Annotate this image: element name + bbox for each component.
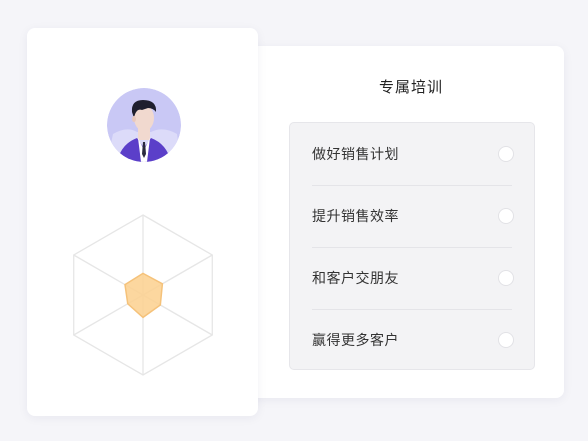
list-item[interactable]: 和客户交朋友: [312, 247, 514, 310]
radio-button[interactable]: [498, 332, 514, 348]
profile-card: [27, 28, 258, 416]
list-item[interactable]: 赢得更多客户: [312, 309, 514, 371]
training-title: 专属培训: [378, 78, 443, 96]
training-list: 做好销售计划 提升销售效率 和客户交朋友 赢得更多客户: [289, 122, 535, 370]
list-item[interactable]: 做好销售计划: [312, 123, 514, 186]
user-avatar-icon[interactable]: [107, 88, 181, 162]
item-label: 提升销售效率: [312, 209, 399, 225]
item-label: 做好销售计划: [312, 147, 399, 163]
list-item[interactable]: 提升销售效率: [312, 185, 514, 248]
radar-data-area: [124, 272, 164, 319]
radio-button[interactable]: [498, 208, 514, 224]
training-card: 专属培训 做好销售计划 提升销售效率 和客户交朋友 赢得更多客户: [236, 46, 564, 398]
item-label: 和客户交朋友: [312, 271, 399, 287]
item-label: 赢得更多客户: [312, 333, 399, 349]
radar-chart: [73, 214, 213, 376]
radio-button[interactable]: [498, 146, 514, 162]
radio-button[interactable]: [498, 270, 514, 286]
